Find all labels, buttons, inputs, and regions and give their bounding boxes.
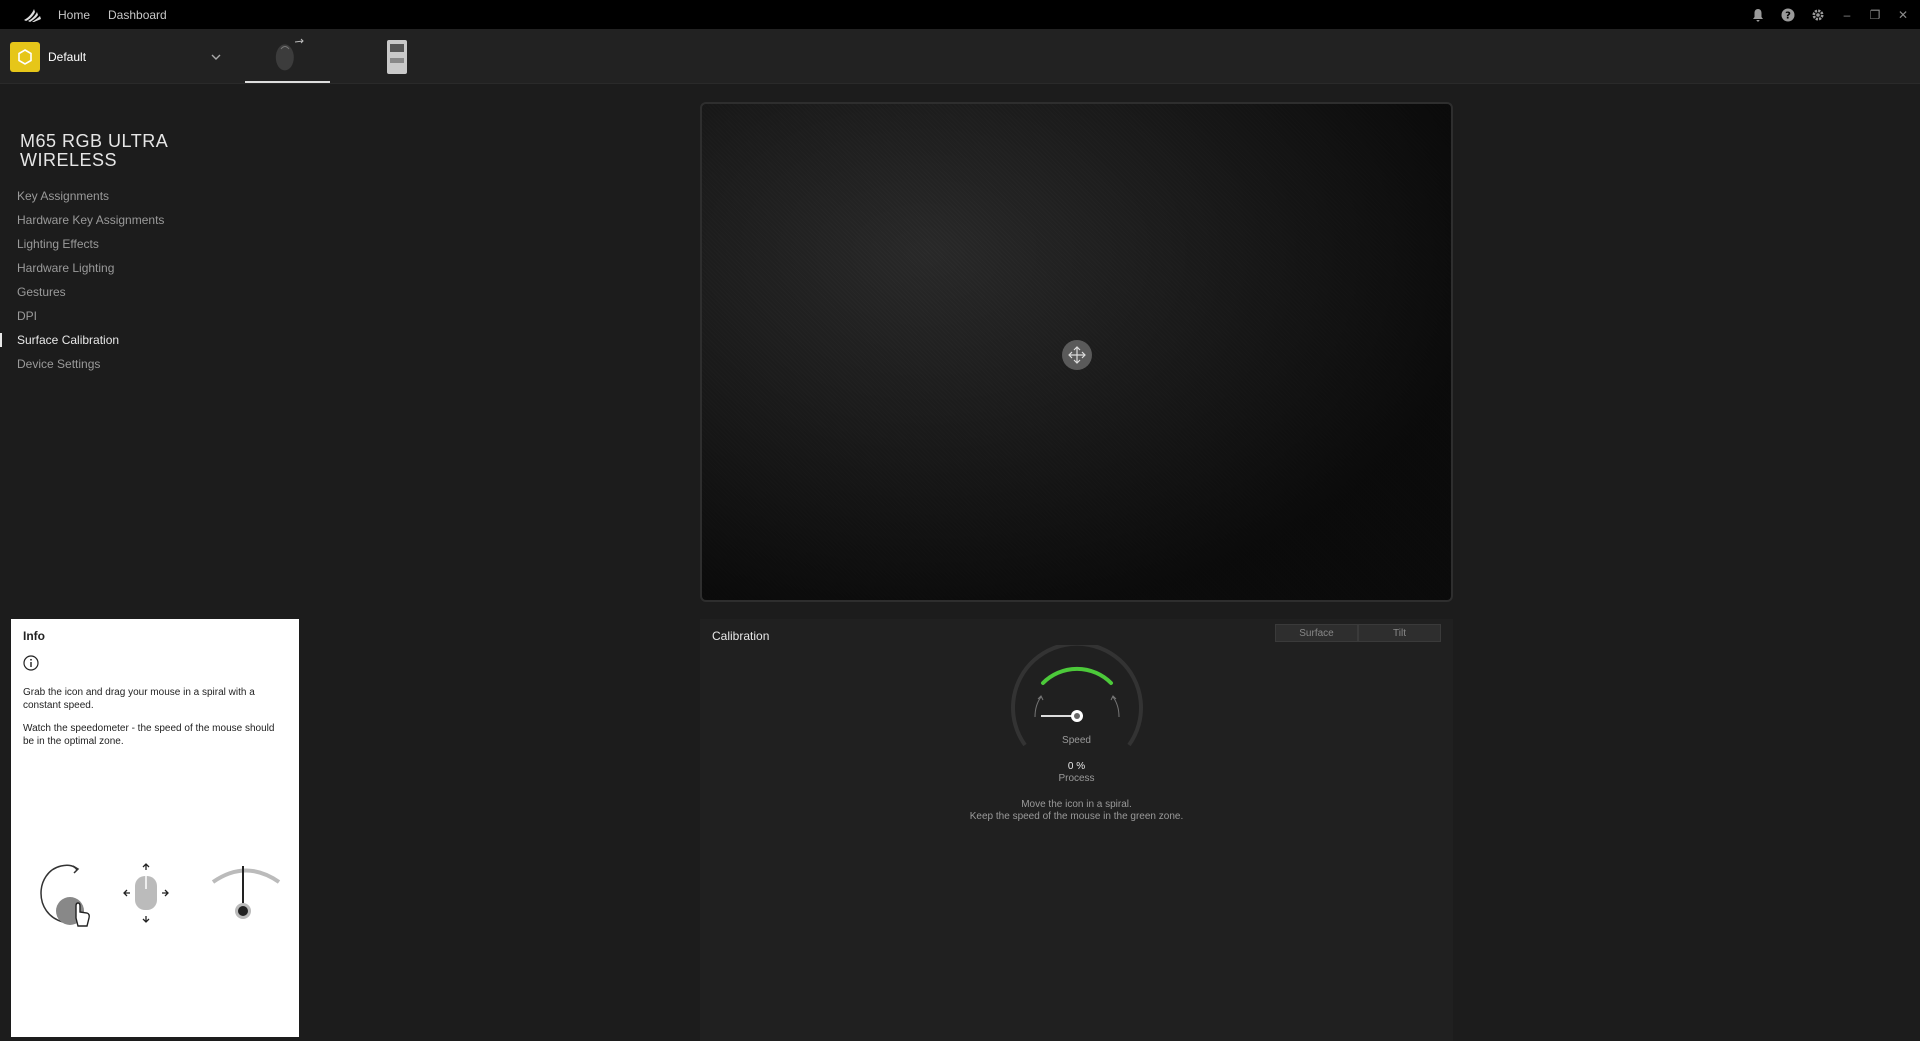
instruction-line-2: Keep the speed of the mouse in the green… [969,811,1184,822]
device-bar: Default [0,29,1920,84]
menu-dpi[interactable]: DPI [0,304,300,328]
restore-icon[interactable]: ❐ [1868,8,1882,22]
menu-key-assignments[interactable]: Key Assignments [0,184,300,208]
calibration-title: Calibration [712,629,770,643]
device-tab-mouse[interactable] [245,29,330,83]
minimize-icon[interactable]: – [1840,8,1854,22]
nav-dashboard[interactable]: Dashboard [108,8,167,22]
nav-home[interactable]: Home [58,8,90,22]
menu-device-settings[interactable]: Device Settings [0,352,300,376]
spiral-drag-icon [40,864,90,927]
device-menu: Key Assignments Hardware Key Assignments… [0,184,300,376]
device-tab-dongle[interactable] [372,29,422,83]
mouse-device-icon [275,38,304,71]
svg-text:?: ? [1785,10,1791,21]
profile-selector[interactable]: Default [10,41,222,72]
mouse-move-icon [123,863,169,923]
instruction-illustration [40,863,281,927]
calibration-surface[interactable] [700,102,1453,602]
speedometer-gauge [1011,645,1143,747]
tab-surface[interactable]: Surface [1275,624,1358,642]
settings-gear-icon[interactable] [1810,7,1826,23]
info-text-2: Watch the speedometer - the speed of the… [23,723,275,747]
sidebar: M65 RGB ULTRA WIRELESS Key Assignments H… [0,132,300,376]
corsair-logo-icon[interactable] [12,0,52,29]
speedometer-icon [211,866,281,919]
menu-gestures[interactable]: Gestures [0,280,300,304]
speed-label: Speed [1062,735,1091,746]
calibration-panel: Calibration Surface Tilt Speed 0 % Proce… [700,619,1453,1041]
menu-lighting-effects[interactable]: Lighting Effects [0,232,300,256]
calibration-mode-toggle: Surface Tilt [1275,624,1441,642]
tab-tilt[interactable]: Tilt [1358,624,1441,642]
process-label: Process [1058,773,1095,784]
process-value: 0 % [1067,761,1086,772]
menu-hardware-lighting[interactable]: Hardware Lighting [0,256,300,280]
device-title: M65 RGB ULTRA WIRELESS [20,131,168,170]
profile-name: Default [48,49,87,64]
drag-handle-icon[interactable] [1062,340,1092,370]
instruction-line-1: Move the icon in a spiral. [1021,799,1132,810]
menu-hardware-key-assignments[interactable]: Hardware Key Assignments [0,208,300,232]
usb-dongle-icon [387,40,407,74]
menu-surface-calibration[interactable]: Surface Calibration [0,328,300,352]
notification-bell-icon[interactable] [1750,7,1766,23]
info-text-1: Grab the icon and drag your mouse in a s… [23,687,255,711]
info-circle-icon [23,655,39,671]
title-bar: Home Dashboard ? – ❐ ✕ [0,0,1920,29]
info-panel: Info Grab the icon and drag your mouse i… [11,619,299,1037]
close-icon[interactable]: ✕ [1896,8,1910,22]
info-title: Info [23,629,45,643]
chevron-down-icon [211,54,221,60]
profile-icon [10,41,40,72]
help-icon[interactable]: ? [1780,7,1796,23]
